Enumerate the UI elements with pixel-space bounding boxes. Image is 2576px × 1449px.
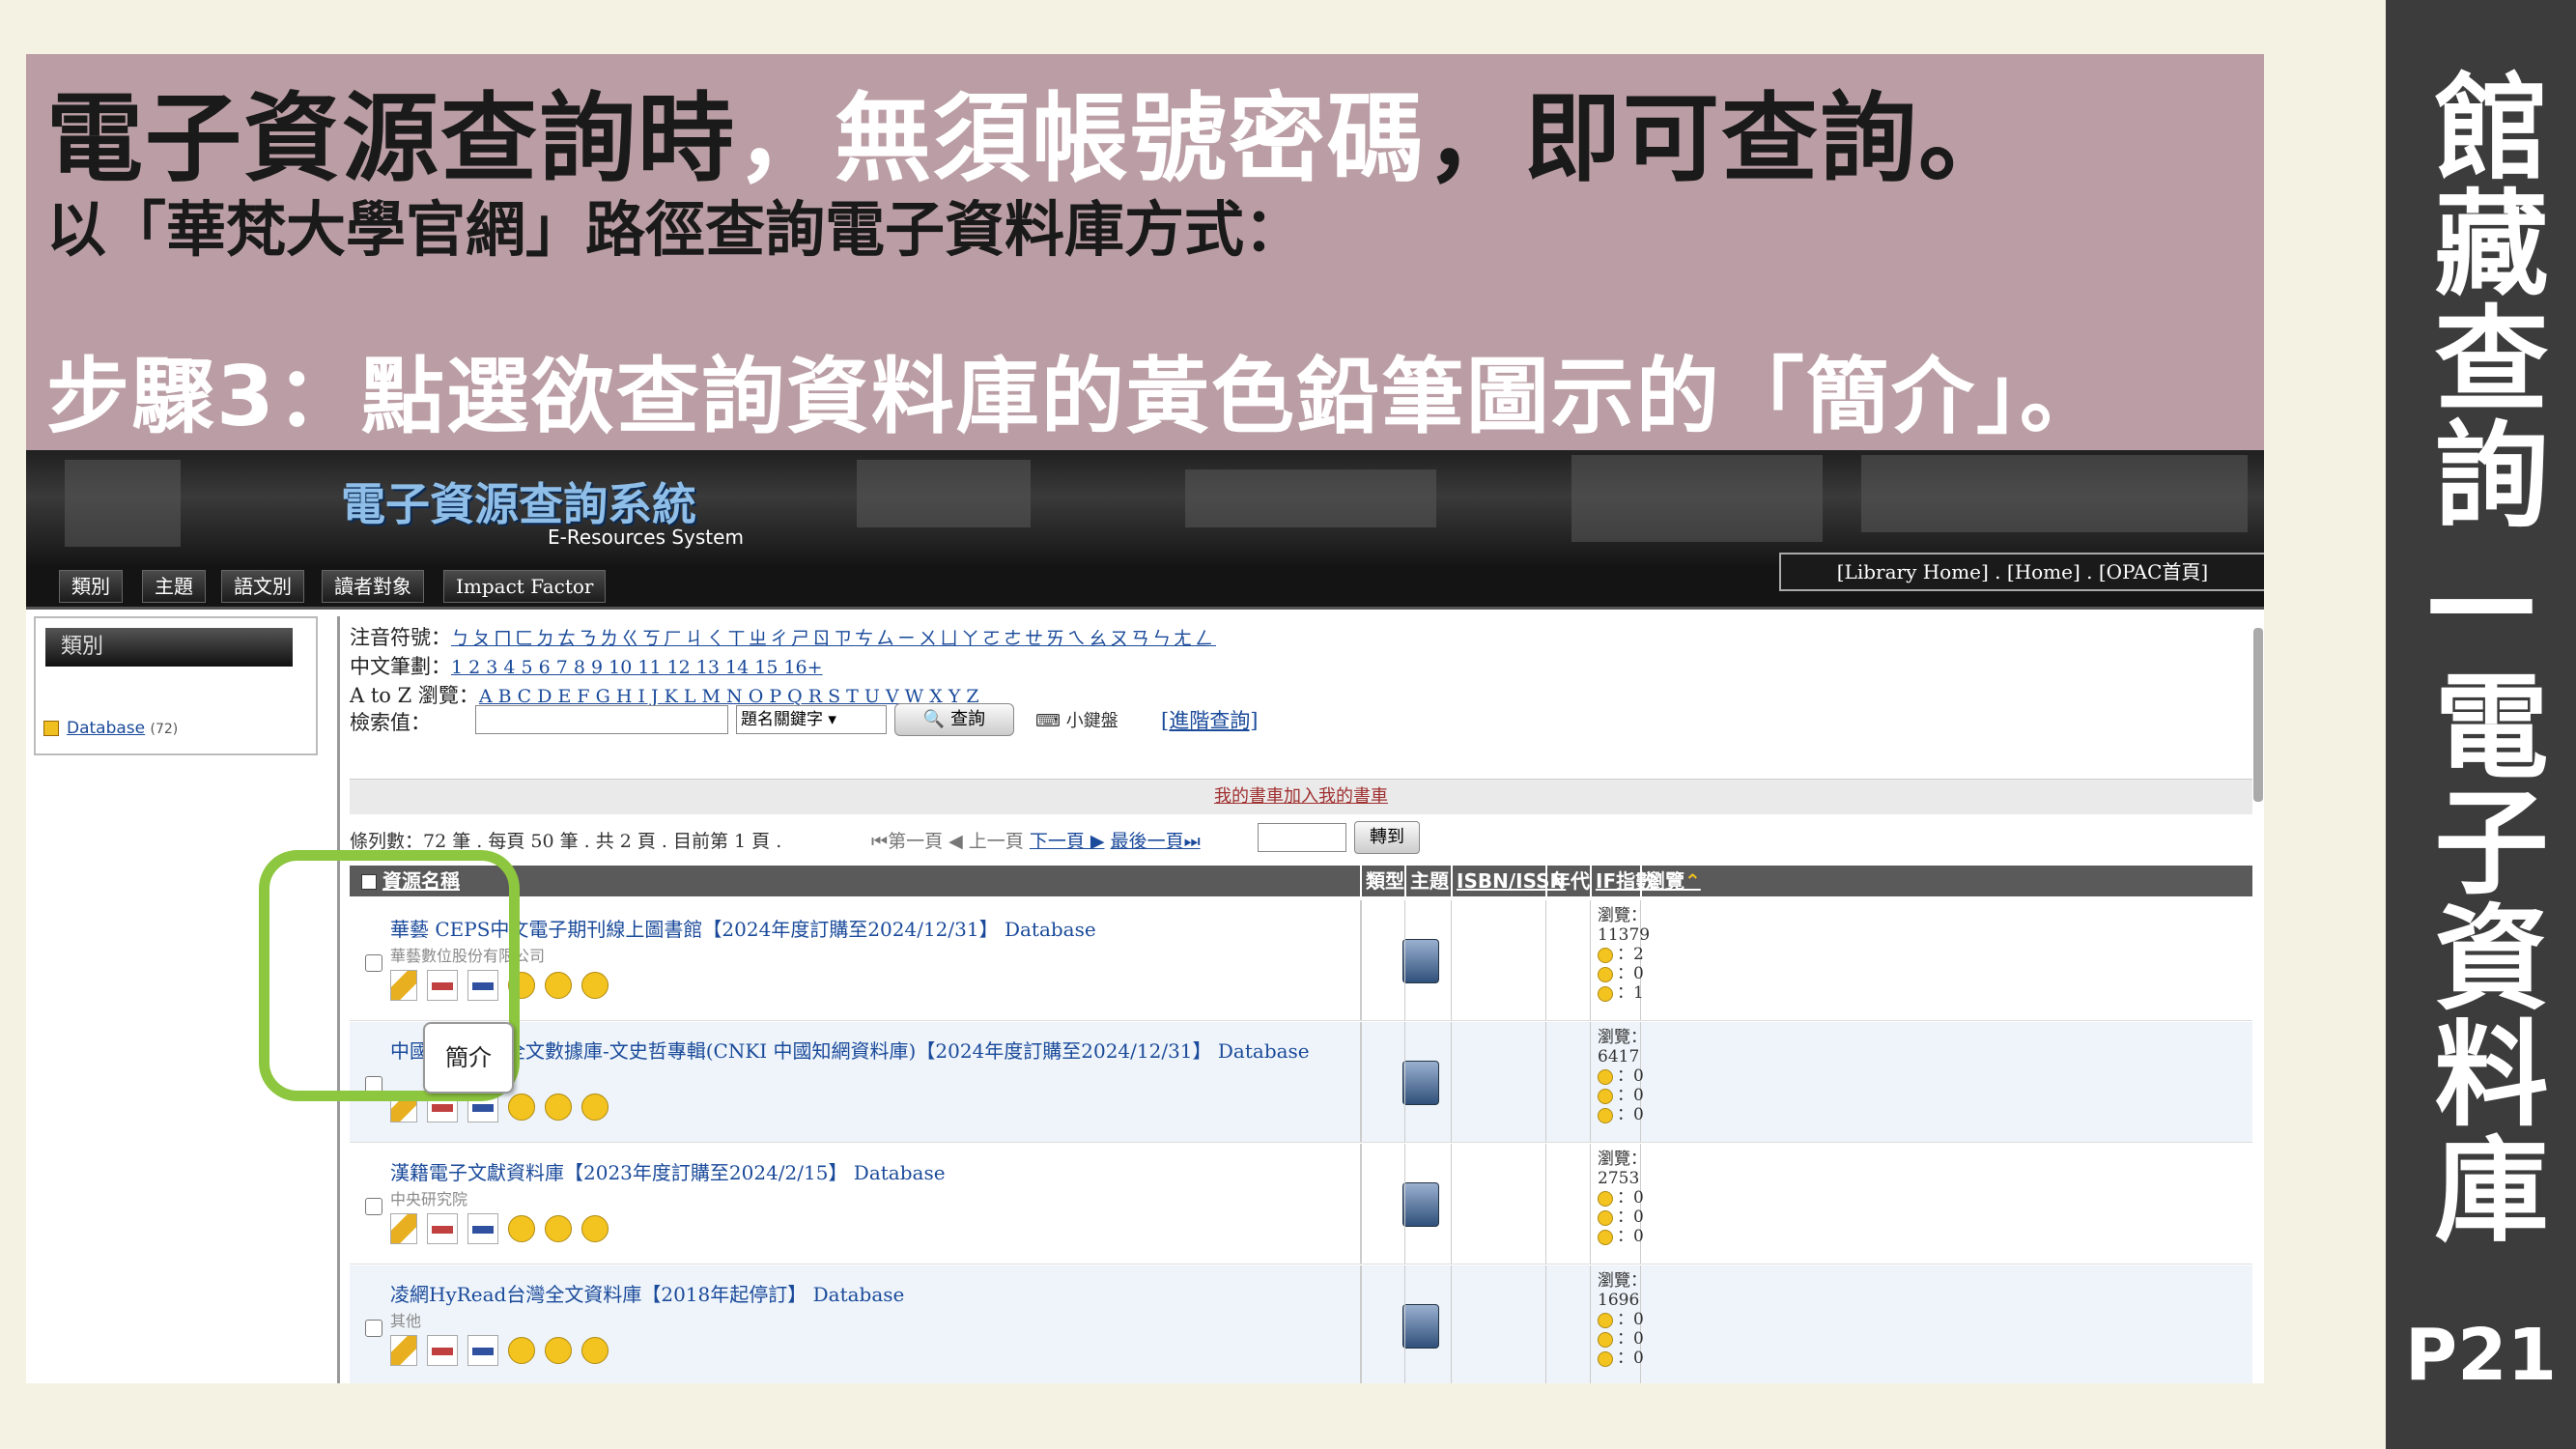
strokes-links[interactable]: 1 2 3 4 5 6 7 8 9 10 11 12 13 14 15 16+ xyxy=(451,657,823,678)
menu-item-impact-factor[interactable]: Impact Factor xyxy=(443,570,607,603)
category-item-count: (72) xyxy=(150,722,179,737)
menu-item-audience[interactable]: 讀者對象 xyxy=(322,570,424,603)
col-year: 年代 xyxy=(1545,866,1590,896)
marc-icon[interactable] xyxy=(427,1213,458,1244)
advanced-search-link[interactable]: [進階查詢] xyxy=(1161,705,1258,734)
resource-title[interactable]: 凌網HyRead台灣全文資料庫【2018年起停訂】 Database xyxy=(390,1279,904,1307)
keyboard-label: 小鍵盤 xyxy=(1065,711,1118,731)
category-item-database[interactable]: Database (72) xyxy=(43,719,178,738)
neutral-icon[interactable] xyxy=(545,1337,572,1364)
resource-publisher: 中央研究院 xyxy=(390,1190,468,1208)
menu-item-subject[interactable]: 主題 xyxy=(142,570,206,603)
pager-prev: ◀ 上一頁 xyxy=(948,831,1024,852)
page-number: P21 xyxy=(2404,1314,2558,1397)
side-title: 館藏查詢—電子資料庫 xyxy=(2415,68,2548,1246)
pager-last[interactable]: 最後一頁⏭ xyxy=(1111,831,1201,852)
pager: ⏮第一頁 ◀ 上一頁 下一頁 ▶ 最後一頁⏭ xyxy=(871,827,1201,853)
top-links[interactable]: [Library Home] . [Home] . [OPAC首頁] xyxy=(1779,553,2264,591)
goto-button[interactable]: 轉到 xyxy=(1354,821,1420,854)
row-checkbox[interactable] xyxy=(365,1198,382,1215)
frown-icon[interactable] xyxy=(581,1337,609,1364)
view-stats: 瀏覽： 11379 ：2 ：0 ：1 xyxy=(1598,906,1651,1003)
result-status: 條列數：72 筆 . 每頁 50 筆 . 共 2 頁 . 目前第 1 頁 . xyxy=(350,831,782,852)
row-checkbox[interactable] xyxy=(365,1320,382,1337)
view-stats: 瀏覽： 1696 ：0 ：0 ：0 xyxy=(1598,1271,1647,1368)
folder-icon xyxy=(43,721,59,736)
col-type: 類型 xyxy=(1360,866,1404,896)
smile-icon[interactable] xyxy=(508,1337,535,1364)
az-label: A to Z 瀏覽： xyxy=(350,684,479,707)
my-shelf-link[interactable]: 我的書車加入我的書車 xyxy=(350,779,2252,814)
search-button-label: 查詢 xyxy=(950,709,986,729)
row-icons xyxy=(390,1335,618,1370)
system-name-en: E-Resources System xyxy=(548,526,744,549)
title-part-2: ，無須帳號密碼 xyxy=(736,82,1426,195)
smile-icon[interactable] xyxy=(508,1215,535,1242)
scrollbar[interactable] xyxy=(2253,628,2263,802)
smile-icon[interactable] xyxy=(508,1094,535,1121)
database-icon xyxy=(1402,1061,1439,1105)
category-panel: 類別 Database (72) xyxy=(34,616,318,755)
table-header: 資源名稱 類型 主題 ISBN/ISSN 年代 IF指數 瀏覽⌃ xyxy=(350,866,2252,896)
neutral-icon[interactable] xyxy=(545,1215,572,1242)
neutral-icon[interactable] xyxy=(545,1094,572,1121)
row-icons xyxy=(390,1213,618,1248)
system-header: 電子資源查詢系統 E-Resources System xyxy=(26,450,2264,566)
keyboard-link[interactable]: ⌨ 小鍵盤 xyxy=(1035,707,1118,732)
col-subject: 主題 xyxy=(1404,866,1449,896)
database-icon xyxy=(1402,1304,1439,1349)
search-button[interactable]: 🔍 查詢 xyxy=(894,703,1014,736)
title-part-1: 電子資源查詢時 xyxy=(46,82,736,195)
slide-title: 電子資源查詢時，無須帳號密碼，即可查詢。 xyxy=(46,60,2017,200)
page-input[interactable] xyxy=(1258,823,1346,852)
sort-up-icon: ⌃ xyxy=(1684,869,1701,893)
category-heading: 類別 xyxy=(45,628,293,667)
category-item-label: Database xyxy=(67,719,146,738)
table-row: 凌網HyRead台灣全文資料庫【2018年起停訂】 Database 其他 瀏覽… xyxy=(350,1265,2252,1383)
menu-item-category[interactable]: 類別 xyxy=(59,570,123,603)
search-input[interactable] xyxy=(475,705,728,734)
strokes-row: 中文筆劃：1 2 3 4 5 6 7 8 9 10 11 12 13 14 15… xyxy=(350,651,823,680)
menu-item-language[interactable]: 語文別 xyxy=(221,570,304,603)
main-content: 注音符號：ㄅㄆㄇㄈㄉㄊㄋㄌㄍㄎㄏㄐㄑㄒㄓㄔㄕㄖㄗㄘㄙㄧㄨㄩㄚㄛㄜㄝㄞㄟㄠㄡㄢㄣㄤ… xyxy=(337,616,2264,1383)
view-stats: 瀏覽： 6417 ：0 ：0 ：0 xyxy=(1598,1028,1647,1124)
resource-title[interactable]: 中國學術期刊全文數據庫-文史哲專輯(CNKI 中國知網資料庫)【2024年度訂購… xyxy=(390,1036,1310,1064)
marc-icon[interactable] xyxy=(427,1335,458,1366)
keyboard-icon: ⌨ xyxy=(1035,711,1061,731)
table-row: 中國學術期刊全文數據庫-文史哲專輯(CNKI 中國知網資料庫)【2024年度訂購… xyxy=(350,1022,2252,1143)
search-value-label: 檢索值： xyxy=(350,711,431,734)
resource-title[interactable]: 漢籍電子文獻資料庫【2023年度訂購至2024/2/15】 Database xyxy=(390,1157,946,1185)
pager-first: ⏮第一頁 xyxy=(871,831,944,852)
pager-next[interactable]: 下一頁 ▶ xyxy=(1030,831,1105,852)
frown-icon[interactable] xyxy=(581,1215,609,1242)
pencil-icon[interactable] xyxy=(390,1213,417,1244)
marc-xml-icon[interactable] xyxy=(467,1335,498,1366)
zhuyin-links[interactable]: ㄅㄆㄇㄈㄉㄊㄋㄌㄍㄎㄏㄐㄑㄒㄓㄔㄕㄖㄗㄘㄙㄧㄨㄩㄚㄛㄜㄝㄞㄟㄠㄡㄢㄣㄤㄥ xyxy=(451,628,1216,649)
view-stats: 瀏覽： 2753 ：0 ：0 ：0 xyxy=(1598,1150,1647,1246)
tooltip-intro: 簡介 xyxy=(423,1022,514,1094)
slide-subtitle: 以「華梵大學官網」路徑查詢電子資料庫方式： xyxy=(46,194,1305,265)
resource-publisher: 其他 xyxy=(390,1312,422,1330)
system-name: 電子資源查詢系統 xyxy=(341,478,696,530)
strokes-label: 中文筆劃： xyxy=(350,655,451,678)
zhuyin-row: 注音符號：ㄅㄆㄇㄈㄉㄊㄋㄌㄍㄎㄏㄐㄑㄒㄓㄔㄕㄖㄗㄘㄙㄧㄨㄩㄚㄛㄜㄝㄞㄟㄠㄡㄢㄣㄤ… xyxy=(350,622,1216,651)
search-field-select[interactable]: 題名關鍵字 ▾ xyxy=(736,705,887,734)
neutral-icon[interactable] xyxy=(545,972,572,999)
marc-xml-icon[interactable] xyxy=(467,1213,498,1244)
slide-step: 步驟3：點選欲查詢資料庫的黃色鉛筆圖示的「簡介」。 xyxy=(46,349,2105,445)
table-row: 華藝 CEPS中文電子期刊線上圖書館【2024年度訂購至2024/12/31】 … xyxy=(350,900,2252,1021)
database-icon xyxy=(1402,939,1439,983)
frown-icon[interactable] xyxy=(581,1094,609,1121)
col-views[interactable]: 瀏覽⌃ xyxy=(1640,866,1701,896)
table-row: 漢籍電子文獻資料庫【2023年度訂購至2024/2/15】 Database 中… xyxy=(350,1144,2252,1264)
search-field-value: 題名關鍵字 xyxy=(741,710,823,729)
database-icon xyxy=(1402,1182,1439,1227)
zhuyin-label: 注音符號： xyxy=(350,626,451,649)
title-part-3: ，即可查詢。 xyxy=(1426,82,2017,195)
pencil-icon[interactable] xyxy=(390,1335,417,1366)
col-views-label: 瀏覽 xyxy=(1646,869,1684,893)
frown-icon[interactable] xyxy=(581,972,609,999)
